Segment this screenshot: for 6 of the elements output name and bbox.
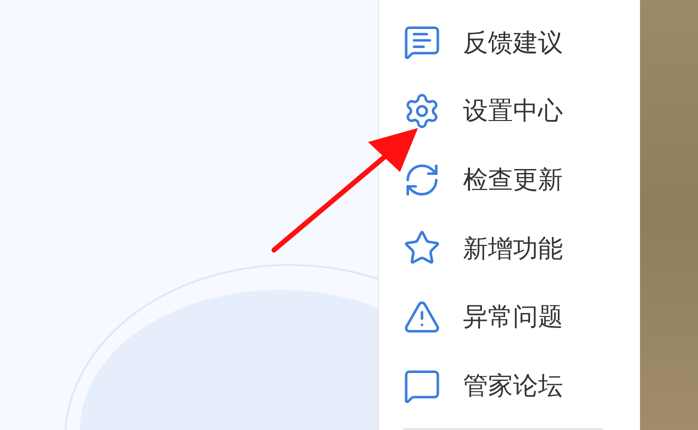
menu-item[interactable]: 管家论坛 — [403, 351, 623, 420]
menu-item[interactable]: 设置中心 — [403, 76, 623, 146]
menu-item[interactable]: 反馈建议 — [403, 8, 623, 77]
menu-item[interactable]: 异常问题 — [403, 282, 623, 352]
menu-item[interactable]: 检查更新 — [403, 145, 623, 214]
menu-item[interactable]: 新增功能 — [403, 214, 623, 283]
